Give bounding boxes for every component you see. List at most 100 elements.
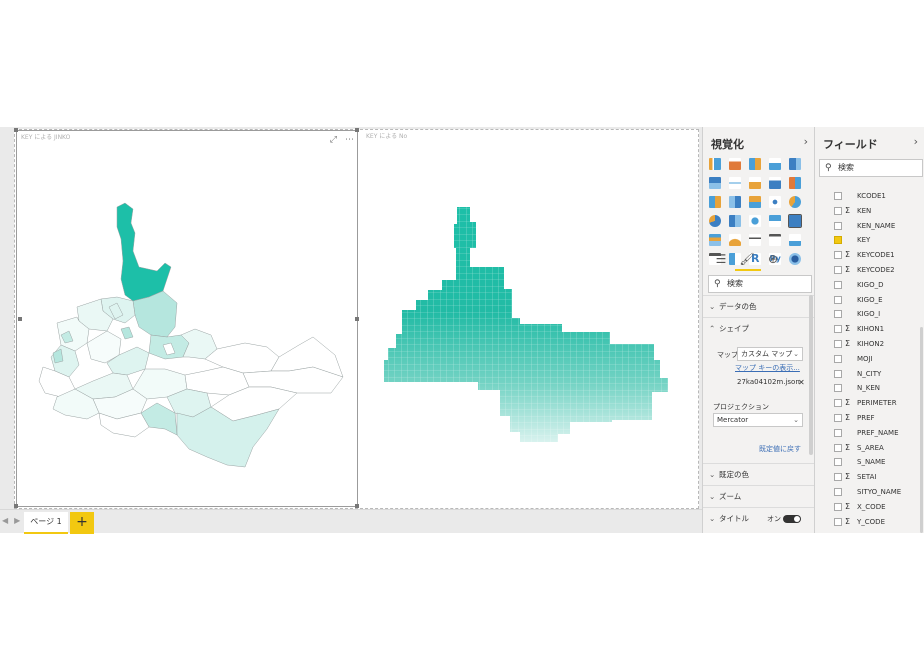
stacked-column-icon[interactable] (729, 158, 742, 170)
field-item[interactable]: Σ S_AREA (815, 441, 924, 456)
ribbon-chart-icon[interactable] (729, 196, 742, 208)
field-item[interactable]: KEN_NAME (815, 219, 924, 234)
field-checkbox[interactable] (834, 325, 842, 334)
field-item[interactable]: Σ PERIMETER (815, 396, 924, 411)
100-column-icon[interactable] (709, 177, 721, 189)
donut-chart-icon[interactable] (709, 215, 721, 227)
field-checkbox[interactable] (834, 236, 842, 245)
field-checkbox[interactable] (834, 502, 842, 511)
fields-scrollbar[interactable] (920, 327, 923, 533)
field-item[interactable]: KIGO_E (815, 293, 924, 308)
field-checkbox[interactable] (834, 206, 842, 215)
field-item[interactable]: Σ KEN (815, 204, 924, 219)
reset-default-link[interactable]: 既定値に戻す (759, 444, 801, 454)
zoom-section[interactable]: ⌄ ズーム (703, 485, 815, 507)
field-item[interactable]: Σ PREF (815, 411, 924, 426)
field-checkbox[interactable] (834, 310, 842, 319)
remove-file-icon[interactable]: ✕ (798, 378, 805, 387)
field-item[interactable]: Σ KEYCODE2 (815, 263, 924, 278)
format-search-input[interactable]: ⚲ 検索 (708, 275, 812, 293)
map-icon[interactable] (749, 215, 762, 227)
format-scrollbar[interactable] (809, 295, 813, 455)
field-checkbox[interactable] (834, 413, 842, 422)
next-page-icon[interactable]: ▶ (14, 516, 20, 525)
clustered-column-icon[interactable] (769, 158, 782, 170)
field-checkbox[interactable] (834, 251, 842, 260)
field-checkbox[interactable] (834, 354, 842, 363)
field-checkbox[interactable] (834, 428, 842, 437)
field-checkbox[interactable] (834, 458, 842, 467)
field-checkbox[interactable] (834, 221, 842, 230)
field-item[interactable]: Σ KEYCODE1 (815, 248, 924, 263)
data-colors-section[interactable]: ⌄ データの色 (703, 295, 815, 317)
field-item[interactable]: KEY (815, 233, 924, 248)
field-checkbox[interactable] (834, 295, 842, 304)
field-checkbox[interactable] (834, 443, 842, 452)
field-checkbox[interactable] (834, 517, 842, 526)
pie-chart-icon[interactable] (789, 196, 802, 208)
fields-tab-icon[interactable]: ☰ (713, 251, 729, 267)
100-bar-icon[interactable] (789, 158, 802, 170)
waterfall-icon[interactable] (749, 196, 762, 208)
map-type-select[interactable]: カスタム マップ ⌄ (737, 347, 803, 361)
stacked-bar-icon[interactable] (709, 158, 721, 170)
analytics-magnifier-icon[interactable]: ⊕ (765, 251, 781, 267)
resize-handle[interactable] (14, 504, 18, 508)
area-chart-icon[interactable] (749, 177, 762, 189)
scatter-icon[interactable] (769, 196, 782, 208)
field-item[interactable]: SITYO_NAME (815, 485, 924, 500)
resize-handle[interactable] (355, 504, 359, 508)
collapse-pane-icon[interactable]: › (914, 135, 918, 148)
field-checkbox[interactable] (834, 339, 842, 348)
field-checkbox[interactable] (834, 265, 842, 274)
default-colors-section[interactable]: ⌄ 既定の色 (703, 463, 815, 485)
title-toggle[interactable] (783, 515, 801, 523)
field-checkbox[interactable] (834, 192, 842, 200)
add-page-button[interactable]: + (70, 512, 94, 534)
resize-handle[interactable] (355, 317, 359, 321)
card-icon[interactable] (749, 234, 762, 246)
field-item[interactable]: Σ Y_CODE (815, 515, 924, 530)
shape-section[interactable]: ⌃ シェイプ (703, 317, 815, 339)
format-paint-roller-icon[interactable]: 🖌 (739, 251, 755, 267)
field-item[interactable]: Σ KIHON2 (815, 337, 924, 352)
field-checkbox[interactable] (834, 384, 842, 393)
gauge-icon[interactable] (729, 234, 742, 246)
line-stacked-column-icon[interactable] (709, 196, 721, 208)
fields-search-input[interactable]: ⚲ 検索 (819, 159, 923, 177)
kpi-icon[interactable] (789, 234, 802, 246)
field-item[interactable]: MOJI (815, 352, 924, 367)
field-item[interactable]: Σ KIHON1 (815, 322, 924, 337)
treemap-icon[interactable] (729, 215, 742, 227)
field-item[interactable]: S_NAME (815, 455, 924, 470)
field-item[interactable]: Σ X_CODE (815, 500, 924, 515)
field-checkbox[interactable] (834, 280, 842, 289)
line-column-icon[interactable] (789, 177, 802, 189)
filled-map-visual[interactable]: KEY による JINKO ⤢ ⋯ (16, 130, 358, 507)
resize-handle[interactable] (18, 317, 22, 321)
grid-map-visual[interactable]: KEY による No (362, 130, 697, 507)
prev-page-icon[interactable]: ◀ (2, 516, 8, 525)
resize-handle[interactable] (14, 128, 18, 132)
field-item[interactable]: KIGO_D (815, 278, 924, 293)
field-checkbox[interactable] (834, 473, 842, 482)
clustered-bar-icon[interactable] (749, 158, 762, 170)
shape-map-icon[interactable] (788, 214, 803, 228)
stacked-area-icon[interactable] (769, 177, 782, 189)
projection-select[interactable]: Mercator ⌄ (713, 413, 803, 427)
multi-row-card-icon[interactable] (769, 234, 782, 246)
field-item[interactable]: N_KEN (815, 381, 924, 396)
resize-handle[interactable] (355, 128, 359, 132)
map-key-link[interactable]: マップ キーの表示... (735, 363, 800, 373)
field-item[interactable]: KIGO_I (815, 307, 924, 322)
filled-map-icon[interactable] (769, 215, 782, 227)
field-item[interactable]: PREF_NAME (815, 426, 924, 441)
field-checkbox[interactable] (834, 369, 842, 378)
field-checkbox[interactable] (834, 487, 842, 496)
field-item[interactable]: N_CITY (815, 367, 924, 382)
field-checkbox[interactable] (834, 399, 842, 408)
page-tab[interactable]: ページ 1 (24, 512, 68, 534)
funnel-icon[interactable] (709, 234, 721, 246)
field-item[interactable]: KCODE1 (815, 189, 924, 204)
field-item[interactable]: Σ SETAI (815, 470, 924, 485)
